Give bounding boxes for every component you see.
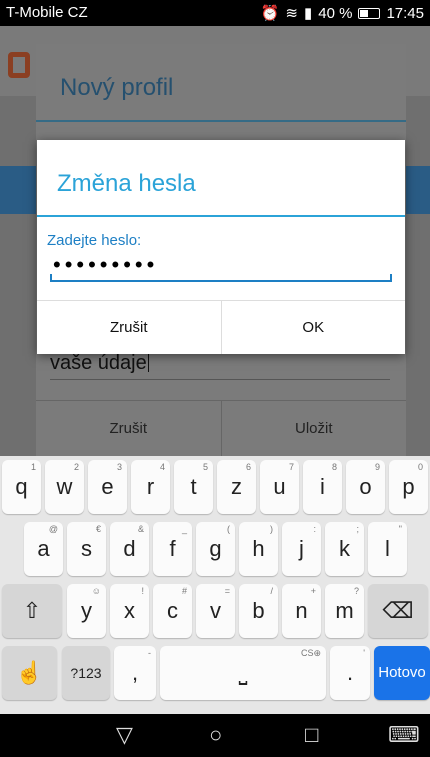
- wifi-icon: ≋: [285, 5, 298, 22]
- key-i[interactable]: 8i: [303, 460, 342, 514]
- key-u[interactable]: 7u: [260, 460, 299, 514]
- handwriting-key[interactable]: ☝: [2, 646, 57, 700]
- back-icon[interactable]: ▽: [116, 722, 133, 748]
- hand-gesture-icon: ☝: [15, 660, 44, 685]
- key-m[interactable]: ? m: [325, 584, 364, 638]
- keyboard-row-4: ☝ ?123 -, CS⊕ ⎵ '. Hotovo: [0, 646, 430, 702]
- keyboard-row-3: ⇧ ☺ y ! x # c = v / b + n ? m ⌫: [0, 584, 430, 640]
- key-p[interactable]: 0p: [389, 460, 428, 514]
- carrier-name: T-Mobile CZ: [6, 4, 88, 21]
- save-button[interactable]: Uložit: [220, 401, 407, 456]
- title-divider: [36, 120, 406, 122]
- text-cursor: [147, 352, 149, 372]
- change-password-dialog: Změna hesla Zadejte heslo: ••••••••• Zru…: [37, 140, 405, 354]
- keyboard-row-2: @ a € s & d _ f (g ) h :j ; k " l: [0, 522, 430, 578]
- clock: 17:45: [386, 4, 424, 22]
- password-input[interactable]: •••••••••: [53, 252, 158, 278]
- key-d[interactable]: & d: [110, 522, 149, 576]
- input-underline-right: [390, 274, 392, 282]
- key-z[interactable]: 6z: [217, 460, 256, 514]
- title-divider: [37, 215, 405, 217]
- password-label: Zadejte heslo:: [47, 232, 142, 249]
- key-x[interactable]: ! x: [110, 584, 149, 638]
- key-k[interactable]: ; k: [325, 522, 364, 576]
- cancel-button[interactable]: Zrušit: [36, 401, 221, 456]
- status-icons: ⏰ ≋ ▮ 40 % 17:45: [260, 4, 424, 23]
- keyboard: 1q 2w 3e 4r 5t 6z 7u 8i 9o 0p @ a € s & d _…: [0, 456, 430, 714]
- field-underline: [50, 379, 390, 380]
- backspace-icon: ⌫: [382, 598, 414, 623]
- signal-icon: ▮: [303, 5, 313, 22]
- key-w[interactable]: 2w: [45, 460, 84, 514]
- status-bar: T-Mobile CZ ⏰ ≋ ▮ 40 % 17:45: [0, 0, 430, 26]
- dialog-title: Změna hesla: [57, 170, 196, 197]
- dialog-buttons: Zrušit OK: [37, 300, 405, 354]
- profile-field[interactable]: vaše údaje: [50, 352, 149, 375]
- key-r[interactable]: 4r: [131, 460, 170, 514]
- key-q[interactable]: 1q: [2, 460, 41, 514]
- period-key[interactable]: '.: [330, 646, 370, 700]
- battery-icon: [358, 7, 381, 19]
- key-g[interactable]: (g: [196, 522, 235, 576]
- input-underline: [50, 280, 392, 282]
- backspace-key[interactable]: ⌫: [368, 584, 428, 638]
- key-j[interactable]: :j: [282, 522, 321, 576]
- navigation-bar: ▽ ○ □ ⌨: [0, 714, 430, 757]
- alarm-icon: ⏰: [260, 5, 280, 22]
- key-h[interactable]: ) h: [239, 522, 278, 576]
- key-y[interactable]: ☺ y: [67, 584, 106, 638]
- battery-percent: 40 %: [318, 4, 353, 22]
- profile-field-value: vaše údaje: [50, 352, 147, 374]
- keyboard-switch-icon[interactable]: ⌨: [388, 722, 420, 748]
- dialog-title: Nový profil: [60, 74, 174, 101]
- key-c[interactable]: # c: [153, 584, 192, 638]
- input-underline-left: [50, 274, 52, 282]
- key-o[interactable]: 9o: [346, 460, 385, 514]
- app-logo-icon: [8, 52, 30, 78]
- key-a[interactable]: @ a: [24, 522, 63, 576]
- key-t[interactable]: 5t: [174, 460, 213, 514]
- symbols-key[interactable]: ?123: [62, 646, 110, 700]
- key-e[interactable]: 3e: [88, 460, 127, 514]
- recents-icon[interactable]: □: [305, 722, 318, 748]
- shift-icon: ⇧: [22, 598, 42, 623]
- key-n[interactable]: + n: [282, 584, 321, 638]
- cancel-button[interactable]: Zrušit: [37, 301, 221, 354]
- key-v[interactable]: = v: [196, 584, 235, 638]
- key-l[interactable]: " l: [368, 522, 407, 576]
- shift-key[interactable]: ⇧: [2, 584, 62, 638]
- ok-button[interactable]: OK: [220, 301, 406, 354]
- key-f[interactable]: _ f: [153, 522, 192, 576]
- dialog-buttons: Zrušit Uložit: [36, 400, 406, 456]
- home-icon[interactable]: ○: [209, 722, 222, 748]
- key-b[interactable]: / b: [239, 584, 278, 638]
- space-key[interactable]: CS⊕ ⎵: [160, 646, 326, 700]
- key-s[interactable]: € s: [67, 522, 106, 576]
- comma-key[interactable]: -,: [114, 646, 156, 700]
- done-key[interactable]: Hotovo: [374, 646, 430, 700]
- keyboard-row-1: 1q 2w 3e 4r 5t 6z 7u 8i 9o 0p: [0, 460, 430, 516]
- space-bar-icon: ⎵: [238, 660, 248, 685]
